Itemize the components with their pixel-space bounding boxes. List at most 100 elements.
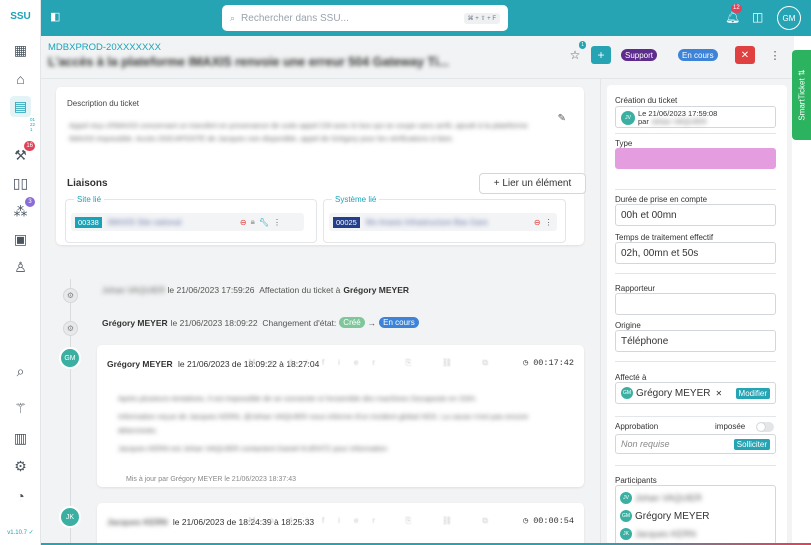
modify-assignee-button[interactable]: Modifier [735,387,770,399]
comment-author: Grégory MEYER [107,359,173,369]
participant-item[interactable]: JV Johan VAQUIER [620,489,771,507]
approval-label: Approbation [615,422,659,431]
type-field[interactable] [615,148,776,169]
creation-label: Création du ticket [615,96,678,105]
linked-system-item[interactable]: 00025 Mx-Imaxis Infrastructure Bas Gare … [329,213,557,231]
tickets-mini-counts: 01 22 1 [30,117,36,132]
remove-link-icon[interactable]: ⊖ [240,218,247,227]
contacts-icon[interactable]: ▣ [10,229,31,250]
search-placeholder: Rechercher dans SSU... [241,12,349,24]
state-to-tag: En cours [379,317,419,328]
event-gear-icon: ⚙ [63,288,78,303]
event-author: Johan VAQUIER [102,285,166,295]
linked-system-group: Système lié 00025 Mx-Imaxis Infrastructu… [323,195,566,243]
linked-system-legend: Système lié [332,195,380,204]
participant-item[interactable]: JK Jacques KERN [620,525,771,543]
user-avatar[interactable]: GM [777,6,801,30]
comment-card: Jacques KERN le 21/06/2023 de 18:24:39 à… [97,503,584,545]
duration-field: 00h et 00mn [615,204,776,226]
book-icon[interactable]: ▯▯ [10,173,31,194]
assigned-field: GM Grégory MEYER ✕ Modifier [615,382,776,404]
comment-tools[interactable]: Modifier ⎘ ⛓ ⧉ [249,516,502,526]
main-content: Description du ticket ✎ Appel reçu d'IMA… [41,79,600,545]
state-from-tag: Créé [339,317,365,328]
site-more-icon[interactable]: ⋮ [273,218,281,227]
stats-icon[interactable]: ▥ [10,428,31,449]
history-icon[interactable]: ◔ [10,485,31,506]
linked-site-code: 00338 [75,216,102,228]
link-element-button[interactable]: + Lier un élément [479,173,586,194]
edit-pencil-icon[interactable]: ✎ [558,113,566,124]
search-icon: ⌕ [230,12,236,23]
creation-author: Johan VAQUIER [650,117,707,126]
origin-label: Origine [615,321,641,330]
assignee-name: Grégory MEYER [636,387,711,399]
sidebar-toggle-icon[interactable]: ◧ [50,10,64,24]
top-bar: ◧ ⌕ Rechercher dans SSU... ⌘ + ⇧ + F 🔔︎ 1… [41,0,811,36]
status-tag[interactable]: En cours [678,49,718,61]
system-more-icon[interactable]: ⋮ [545,218,553,227]
left-rail: SSU ▦ ⌂ ▤ 01 22 1 ⚒ 16 ▯▯ ⁂ 3 ▣ ♙ ⌕ ⚚ ▥ ⚙ … [0,0,41,545]
lock-icon[interactable]: 🔒︎ [251,217,255,227]
bell-icon[interactable]: 🔔︎ 12 [725,4,742,24]
settings-icon[interactable]: ⚙ [10,456,31,477]
dashboard-icon[interactable]: ▦ [10,40,31,61]
event-action: Affectation du ticket à [259,285,341,295]
interventions-icon[interactable]: ⚒ 16 [10,141,35,166]
close-ticket-button[interactable]: ✕ [735,46,755,64]
creation-box: JV Le 21/06/2023 17:59:08 par Johan VAQU… [615,106,776,128]
tickets-icon[interactable]: ▤ [10,96,31,117]
app-version: v1.10.7 ✓ [7,530,34,536]
event-gear-icon: ⚙ [63,321,78,336]
participant-item[interactable]: GM Grégory MEYER [620,507,771,525]
assigned-label: Affecté à [615,373,647,382]
comment-timer: ◷ 00:00:54 [522,516,574,526]
app-logo[interactable]: SSU [0,11,41,22]
comment-body: Après plusieurs tentatives, il est impos… [118,394,529,453]
magic-wand-icon[interactable]: ⚚ [10,398,31,419]
smart-ticket-tab[interactable]: SmartTicket ⇅ [792,50,811,140]
imposed-toggle[interactable] [756,422,774,432]
participants-label: Participants [615,476,657,485]
reporter-field[interactable] [615,293,776,315]
linked-site-item[interactable]: 00338 IMAXIS Site national ⊖ 🔒︎ 🔧︎ ⋮ [71,213,304,231]
more-options-icon[interactable]: ⋮ [770,46,781,64]
org-chart-icon[interactable]: ♙ [10,257,31,278]
event-date: le 21/06/2023 17:59:26 [167,285,255,295]
search-icon[interactable]: ⌕ [10,361,31,382]
event-author: Grégory MEYER [102,317,168,328]
origin-field[interactable]: Téléphone [615,330,776,352]
event-action: Changement d'état: [262,317,337,328]
search-input[interactable]: ⌕ Rechercher dans SSU... ⌘ + ⇧ + F [222,5,508,31]
duration-label: Durée de prise en compte [615,195,708,204]
comment-tools[interactable]: Modifier ⎘ ⛓ ⧉ [249,358,502,368]
request-approval-button[interactable]: Solliciter [733,438,770,450]
remove-assignee-icon[interactable]: ✕ [715,389,722,398]
linked-site-name: IMAXIS Site national [107,217,182,227]
linked-site-group: Site lié 00338 IMAXIS Site national ⊖ 🔒︎… [65,195,317,243]
processing-field: 02h, 00mn et 50s [615,242,776,264]
search-shortcut: ⌘ + ⇧ + F [463,12,500,24]
remove-link-icon[interactable]: ⊖ [534,218,541,227]
processing-label: Temps de traitement effectif [615,233,714,242]
groups-badge: 3 [25,197,35,207]
liaisons-title: Liaisons [67,178,108,189]
timeline-event-state-change: Grégory MEYER le 21/06/2023 18:09:22 Cha… [102,317,422,328]
reporter-label: Rapporteur [615,284,656,293]
support-tag[interactable]: Support [621,49,658,61]
linked-system-code: 00025 [333,216,360,228]
linked-system-name: Mx-Imaxis Infrastructure Bas Gare [365,217,488,227]
comment-author: Jacques KERN [107,517,168,527]
wrench-icon[interactable]: 🔧︎ [259,218,269,227]
comment-card: Grégory MEYER le 21/06/2023 de 18:09:22 … [97,345,584,487]
add-button[interactable]: + [591,46,611,64]
building-icon[interactable]: ⌂ [10,68,31,89]
groups-icon[interactable]: ⁂ 3 [10,197,35,222]
comment-timer: ◷ 00:17:42 [522,358,574,368]
ticket-details-panel: Création du ticket JV Le 21/06/2023 17:5… [600,79,792,545]
favorite-star-icon[interactable]: ☆ 1 [568,41,586,64]
type-label: Type [615,139,633,148]
linked-site-legend: Site lié [74,195,105,204]
comment-avatar: JK [59,506,81,528]
panel-toggle-icon[interactable]: ◫ [752,10,763,24]
